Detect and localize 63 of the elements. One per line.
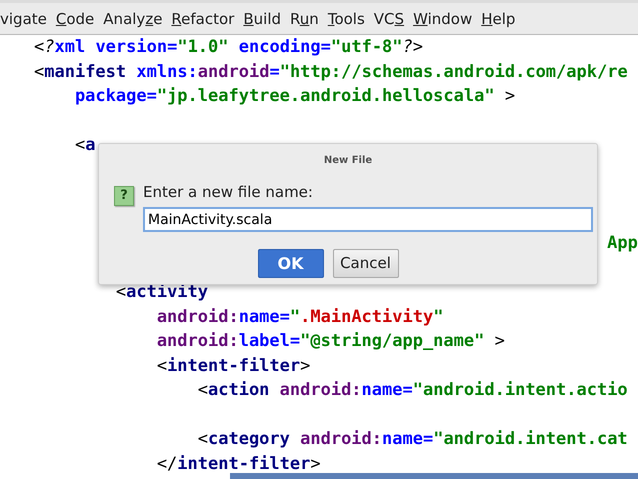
tag-name: a: [85, 135, 96, 155]
attribute-value: "jp.leafytree.android.helloscala": [156, 86, 495, 106]
attribute-value: ": [290, 306, 300, 326]
code-punctuation: <: [196, 429, 208, 449]
namespace-prefix: android:: [156, 306, 239, 326]
tag-name: intent-filter: [177, 454, 310, 474]
attribute-name: name=: [238, 306, 290, 326]
menu-item[interactable]: Window: [413, 12, 472, 27]
attribute-value: ": [433, 306, 444, 326]
code-punctuation: ?: [402, 37, 413, 57]
namespace-prefix: android:: [278, 380, 362, 400]
attribute-value: "@string/app_name": [300, 331, 484, 351]
prompt-label: Enter a new file name:: [143, 183, 314, 201]
attribute-name: xml version=: [54, 37, 178, 57]
menu-item[interactable]: Help: [481, 12, 516, 27]
code-punctuation: >: [494, 331, 505, 351]
menu-item[interactable]: Build: [243, 12, 282, 27]
menu-item[interactable]: vigate: [0, 12, 47, 27]
attribute-value: "android.intent.actio: [412, 380, 628, 400]
code-punctuation: >: [504, 86, 516, 106]
attribute-value: "1.0": [177, 37, 229, 57]
code-punctuation: <: [114, 282, 126, 302]
error-value: .MainActivity: [300, 306, 434, 326]
tag-name: action: [208, 380, 270, 400]
attribute-value: "utf-8": [330, 37, 403, 57]
cancel-button[interactable]: Cancel: [332, 249, 398, 278]
tag-name: intent-filter: [167, 356, 300, 376]
namespace-prefix: android:: [156, 331, 239, 351]
menu-item[interactable]: Code: [56, 12, 94, 27]
code-punctuation: <: [196, 380, 208, 400]
attribute-name: name=: [362, 380, 413, 400]
tag-name: category: [208, 429, 290, 449]
attribute-value: App: [606, 233, 638, 253]
attribute-name: name=: [382, 429, 434, 449]
code-punctuation: >: [300, 356, 310, 376]
code-punctuation: <: [156, 356, 168, 376]
code-punctuation: <: [74, 135, 86, 155]
tag-name: manifest: [44, 62, 126, 82]
code-punctuation: <: [34, 62, 44, 82]
attribute-name: =: [269, 62, 280, 82]
code-punctuation: <: [34, 37, 44, 57]
code-punctuation: ?: [44, 37, 54, 57]
menu-item[interactable]: Run: [290, 12, 319, 27]
code-punctuation: </: [156, 454, 178, 474]
code-punctuation: >: [412, 37, 424, 57]
attribute-name: encoding=: [238, 37, 331, 57]
file-name-field[interactable]: MainActivity.scala: [143, 207, 593, 232]
attribute-name: label=: [238, 331, 300, 351]
menu-item[interactable]: Analyze: [103, 12, 162, 27]
attribute-name: package=: [74, 86, 157, 106]
menu-item[interactable]: Tools: [328, 12, 365, 27]
ok-button[interactable]: OK: [258, 249, 324, 278]
namespace-prefix: android:: [299, 429, 382, 449]
attribute-value: "http://schemas.android.com/apk/re: [280, 62, 628, 82]
question-icon: ?: [114, 186, 134, 206]
namespace-prefix: android: [198, 62, 270, 82]
attribute-value: "android.intent.cat: [433, 429, 628, 449]
tag-name: activity: [126, 282, 208, 302]
code-punctuation: >: [310, 454, 321, 474]
menu-item[interactable]: VCS: [374, 12, 404, 27]
menu-item[interactable]: Refactor: [171, 12, 234, 27]
attribute-name: xmlns:: [135, 62, 198, 82]
dialog-title: New File: [324, 154, 372, 168]
